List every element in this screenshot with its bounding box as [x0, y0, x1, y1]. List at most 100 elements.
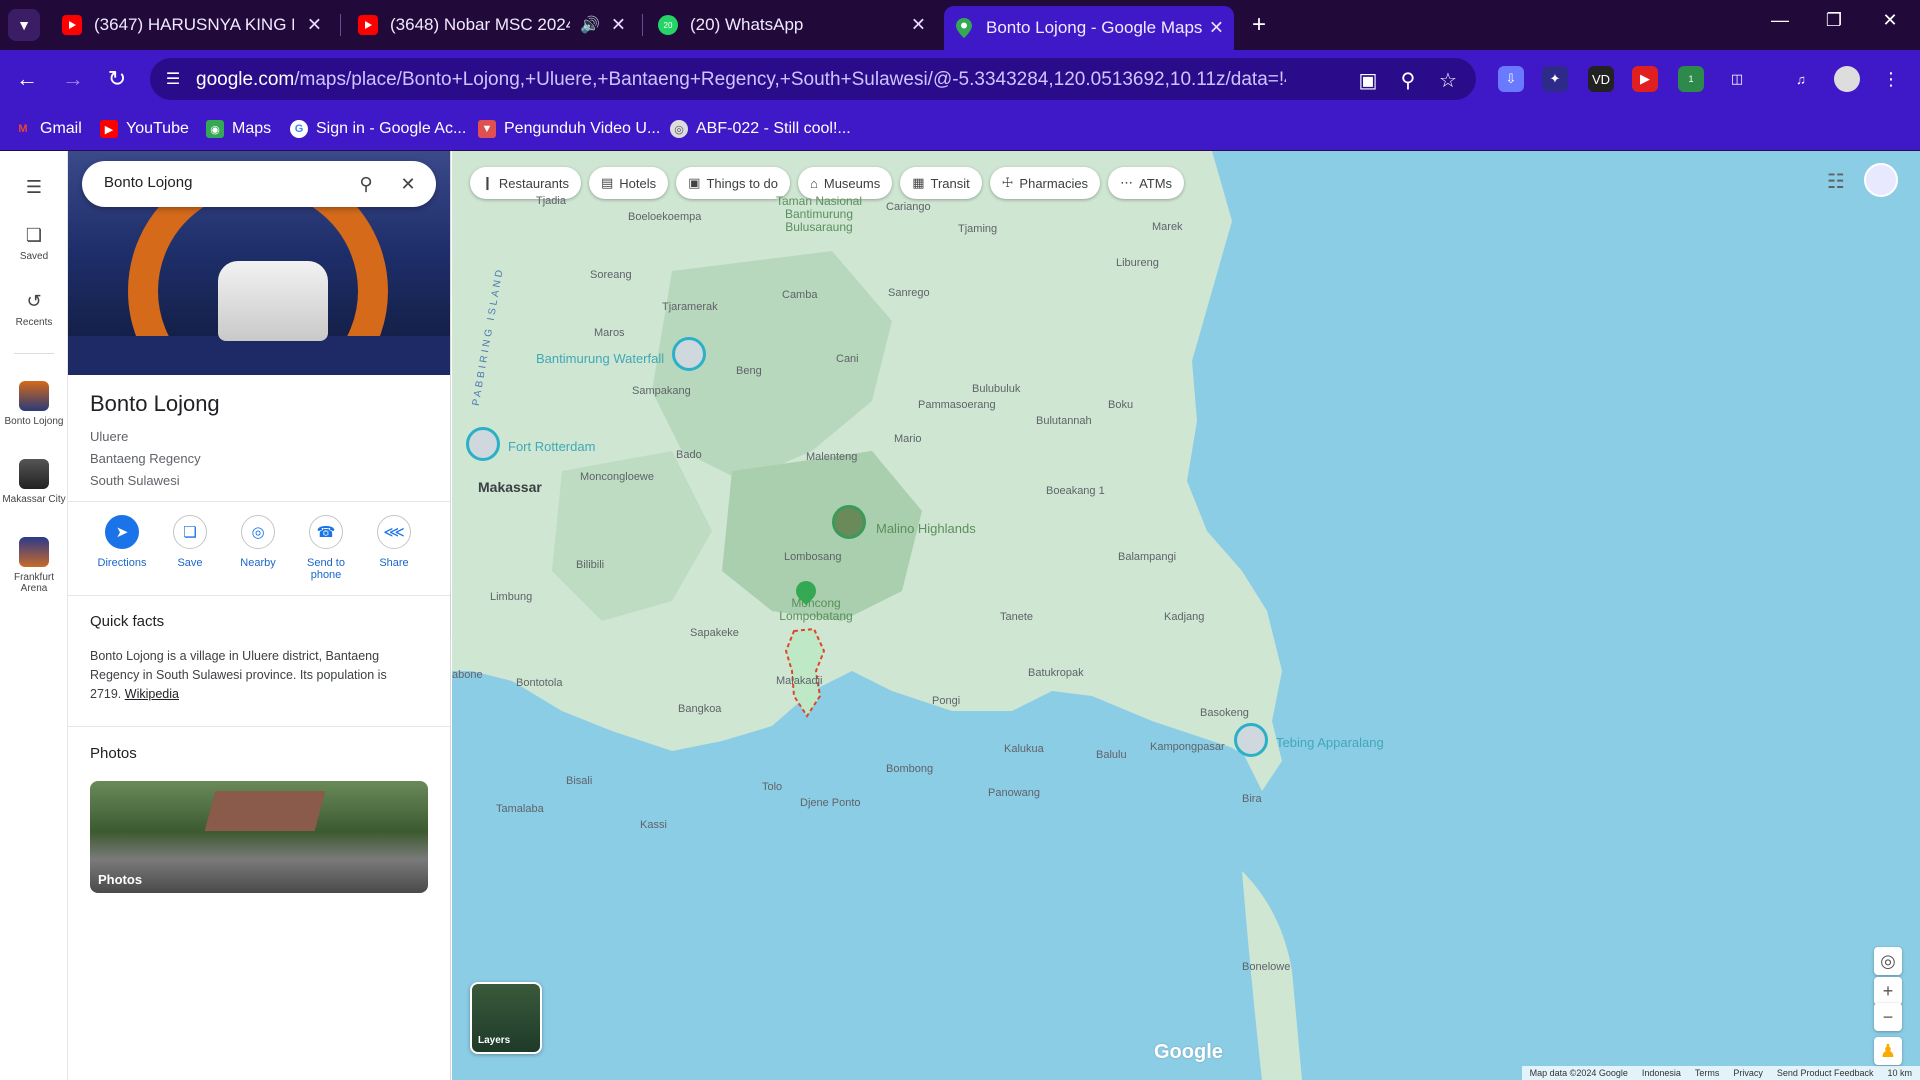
map-label[interactable]: Panowang — [988, 787, 1040, 799]
url-text[interactable]: google.com/maps/place/Bonto+Lojong,+Ulue… — [196, 69, 1286, 91]
reload-button[interactable]: ↻ — [102, 64, 132, 94]
install-app-icon[interactable]: ▣ — [1356, 68, 1380, 93]
map-canvas[interactable]: ❙ Restaurants ▤ Hotels ▣ Things to do ⌂ Muse… — [452, 151, 1920, 1080]
map-label[interactable]: Pammasoerang — [918, 399, 996, 411]
search-icon[interactable]: ⚲ — [354, 172, 378, 196]
map-label[interactable]: Mario — [894, 433, 922, 445]
close-icon[interactable]: ✕ — [1209, 18, 1224, 39]
restore-button[interactable]: ❐ — [1814, 10, 1854, 31]
extension-icon[interactable]: ✦ — [1542, 66, 1568, 92]
zoom-in-button[interactable]: + — [1874, 977, 1902, 1005]
zoom-out-button[interactable]: − — [1874, 1003, 1902, 1031]
close-icon[interactable]: ✕ — [307, 15, 322, 36]
bookmark-star-icon[interactable]: ☆ — [1436, 68, 1460, 93]
map-label[interactable]: Tjadia — [536, 195, 566, 207]
map-label[interactable]: Lombosang — [784, 551, 842, 563]
map-label[interactable]: Kassi — [640, 819, 667, 831]
map-label[interactable]: Kadjang — [1164, 611, 1204, 623]
map-label[interactable]: Balulu — [1096, 749, 1127, 761]
map-label[interactable]: Sapakeke — [690, 627, 739, 639]
map-label[interactable]: Bisali — [566, 775, 592, 787]
menu-button[interactable]: ☰ — [0, 175, 68, 203]
map-label[interactable]: Djene Ponto — [800, 797, 861, 809]
new-tab-button[interactable]: + — [1245, 11, 1273, 39]
chip-transit[interactable]: ▦ Transit — [900, 167, 982, 199]
save-button[interactable]: ❏ Save — [156, 515, 224, 569]
map-label[interactable]: Sanrego — [888, 287, 930, 299]
map-label[interactable]: Bombong — [886, 763, 933, 775]
tab-google-maps[interactable]: Bonto Lojong - Google Maps ✕ — [944, 6, 1234, 50]
map-label[interactable]: Malenteng — [806, 451, 857, 463]
map-label[interactable]: Basokeng — [1200, 707, 1249, 719]
pegman-button[interactable]: ♟ — [1874, 1037, 1902, 1065]
bookmark-abf[interactable]: ◎ ABF-022 - Still cool!... — [670, 117, 851, 141]
close-icon[interactable]: ✕ — [396, 172, 420, 196]
privacy-link[interactable]: Privacy — [1733, 1068, 1763, 1078]
address-bar[interactable]: ☰ google.com/maps/place/Bonto+Lojong,+Ul… — [150, 58, 1476, 100]
download-manager-icon[interactable]: ⇩ — [1498, 66, 1524, 92]
map-poi-label[interactable]: Tebing Apparalang — [1276, 735, 1384, 750]
map-label[interactable]: Bado — [676, 449, 702, 461]
directions-button[interactable]: ➤ Directions — [88, 515, 156, 569]
country-link[interactable]: Indonesia — [1642, 1068, 1681, 1078]
poi-tebing-pin[interactable] — [1234, 723, 1268, 757]
map-label[interactable]: Bangkoa — [678, 703, 721, 715]
map-label[interactable]: Bulubuluk — [972, 383, 1020, 395]
bookmark-video-downloader[interactable]: ▼ Pengunduh Video U... — [478, 117, 660, 141]
map-label[interactable]: Boeakang 1 — [1046, 485, 1105, 497]
map-label[interactable]: Bonelowe — [1242, 961, 1290, 973]
search-input[interactable]: Bonto Lojong — [104, 174, 192, 191]
chip-pharmacies[interactable]: ☩ Pharmacies — [989, 167, 1101, 199]
shield-extension-icon[interactable]: 1 — [1678, 66, 1704, 92]
zoom-icon[interactable]: ⚲ — [1396, 68, 1420, 93]
map-label[interactable]: Bilibili — [576, 559, 604, 571]
poi-malino-pin[interactable] — [832, 505, 866, 539]
share-button[interactable]: ⋘ Share — [360, 515, 428, 569]
map-label[interactable]: Bontotola — [516, 677, 562, 689]
feedback-link[interactable]: Send Product Feedback — [1777, 1068, 1874, 1078]
send-to-phone-button[interactable]: ☎ Send to phone — [292, 515, 360, 581]
map-label[interactable]: Tamalaba — [496, 803, 544, 815]
profile-avatar[interactable] — [1834, 66, 1860, 92]
video-extension-icon[interactable]: ▶ — [1632, 66, 1658, 92]
map-label[interactable]: Cariango — [886, 201, 931, 213]
map-label[interactable]: Maros — [594, 327, 625, 339]
tab-whatsapp[interactable]: 20 (20) WhatsApp ✕ — [648, 8, 936, 42]
map-label[interactable]: Camba — [782, 289, 817, 301]
saved-button[interactable]: ❏ Saved — [0, 223, 68, 263]
wikipedia-link[interactable]: Wikipedia — [125, 687, 179, 701]
close-window-button[interactable]: ✕ — [1870, 10, 1910, 31]
layers-button[interactable]: Layers — [470, 982, 542, 1054]
chip-hotels[interactable]: ▤ Hotels — [589, 167, 669, 199]
map-label[interactable]: Moncongloewe — [580, 471, 654, 483]
poi-bantimurung-pin[interactable] — [672, 337, 706, 371]
terms-link[interactable]: Terms — [1695, 1068, 1720, 1078]
site-settings-icon[interactable]: ☰ — [162, 68, 184, 90]
tab-youtube-1[interactable]: (3647) HARUSNYA KING P4P SE ✕ — [52, 8, 332, 42]
more-menu-icon[interactable]: ⋮ — [1878, 66, 1904, 92]
map-poi-label[interactable]: Bantimurung Waterfall — [536, 351, 664, 366]
bookmark-maps[interactable]: ◉ Maps — [206, 117, 271, 141]
map-label[interactable]: Kalukua — [1004, 743, 1044, 755]
bookmark-youtube[interactable]: ▶ YouTube — [100, 117, 189, 141]
recent-frankfurt-arena[interactable]: Frankfurt Arena — [0, 537, 68, 594]
scale-bar[interactable]: 10 km — [1887, 1068, 1912, 1078]
map-label[interactable]: Tanete — [1000, 611, 1033, 623]
recent-makassar-city[interactable]: Makassar City — [0, 459, 68, 505]
vd-extension-icon[interactable]: VD — [1588, 66, 1614, 92]
map-label[interactable]: abone — [452, 669, 483, 681]
account-avatar[interactable] — [1864, 163, 1898, 197]
map-label[interactable]: Beng — [736, 365, 762, 377]
search-box[interactable]: Bonto Lojong ⚲ ✕ — [82, 161, 436, 207]
bookmark-google-signin[interactable]: G Sign in - Google Ac... — [290, 117, 466, 141]
media-control-icon[interactable]: ♫ — [1788, 66, 1814, 92]
map-label[interactable]: Libureng — [1116, 257, 1159, 269]
photos-card[interactable]: Photos — [90, 781, 428, 893]
tab-search-button[interactable]: ▼ — [8, 9, 40, 41]
map-label[interactable]: Limbung — [490, 591, 532, 603]
map-poi-label[interactable]: Malino Highlands — [876, 521, 976, 536]
my-location-button[interactable]: ◎ — [1874, 947, 1902, 975]
map-label[interactable]: Bira — [1242, 793, 1262, 805]
map-label[interactable]: Cani — [836, 353, 859, 365]
poi-fort-rotterdam-pin[interactable] — [466, 427, 500, 461]
